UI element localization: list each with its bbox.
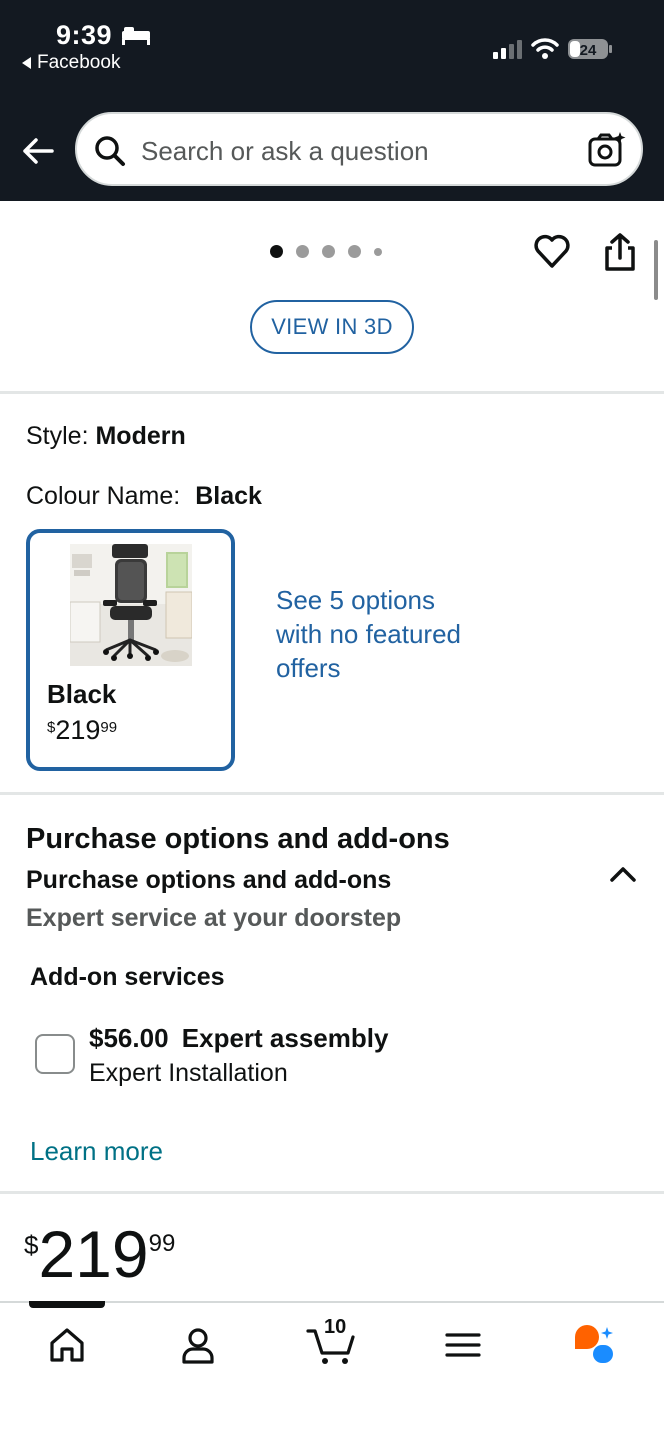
back-to-app-link[interactable]: Facebook	[22, 52, 120, 74]
addon-price: $56.00	[89, 1023, 169, 1053]
menu-icon[interactable]	[441, 1323, 485, 1367]
home-icon[interactable]	[45, 1323, 89, 1367]
section-divider	[0, 391, 664, 394]
search-icon	[95, 136, 125, 166]
price-cents: 99	[148, 1230, 176, 1257]
wifi-icon	[531, 38, 559, 59]
addon-name: Expert assembly	[181, 1023, 389, 1053]
chevron-up-icon[interactable]	[608, 862, 638, 886]
swatch-price: $ 219 99	[47, 715, 117, 746]
price-currency: $	[24, 1230, 39, 1260]
style-selection: Style: Modern	[26, 422, 186, 451]
battery-level: 24	[580, 42, 597, 59]
style-value: Modern	[95, 422, 186, 450]
view-in-3d-button[interactable]: VIEW IN 3D	[250, 300, 414, 354]
product-thumbnail	[70, 544, 192, 666]
swatch-price-cents: 99	[100, 719, 118, 736]
bed-icon	[122, 27, 150, 45]
carousel-dot	[296, 245, 309, 258]
camera-lens-icon[interactable]	[587, 130, 627, 170]
addon-services-heading: Add-on services	[30, 963, 225, 991]
section-divider	[0, 792, 664, 795]
page-scrollbar[interactable]	[654, 240, 658, 300]
price-whole: 219	[38, 1217, 149, 1291]
active-tab-indicator	[29, 1301, 105, 1308]
swatch-price-currency: $	[47, 719, 56, 736]
see-options-link[interactable]: See 5 options with no featured offers	[276, 583, 466, 685]
swatch-price-whole: 219	[55, 715, 101, 745]
colour-label: Colour Name:	[26, 482, 181, 510]
purchase-options-tagline: Expert service at your doorstep	[26, 904, 402, 932]
addon-description: Expert Installation	[89, 1059, 288, 1087]
wishlist-heart-icon[interactable]	[533, 232, 571, 270]
carousel-dot-active	[270, 245, 283, 258]
search-bar[interactable]: Search or ask a question	[75, 112, 643, 186]
colour-swatch-black[interactable]: Black $ 219 99	[26, 529, 235, 771]
image-carousel-dots[interactable]	[270, 245, 382, 258]
expert-assembly-checkbox[interactable]	[35, 1034, 75, 1074]
cart-count-badge: 10	[324, 1316, 347, 1338]
cellular-signal-icon	[493, 40, 522, 59]
rufus-icon[interactable]	[571, 1323, 615, 1367]
carousel-dot	[374, 247, 382, 256]
account-icon[interactable]	[176, 1323, 220, 1367]
carousel-dot	[322, 245, 335, 258]
section-divider	[0, 1191, 664, 1194]
style-label: Style:	[26, 422, 89, 450]
status-time: 9:39	[56, 20, 113, 50]
colour-value: Black	[195, 482, 262, 510]
colour-selection: Colour Name: Black	[26, 482, 262, 511]
learn-more-link[interactable]: Learn more	[30, 1136, 163, 1167]
purchase-options-subtitle[interactable]: Purchase options and add-ons	[26, 866, 391, 895]
carousel-dot	[348, 245, 361, 258]
search-placeholder: Search or ask a question	[141, 136, 429, 166]
battery-icon: 24	[568, 39, 612, 59]
app-header: 9:39 Facebook 24 Search or ask a questio…	[0, 0, 664, 201]
purchase-options-title: Purchase options and add-ons	[26, 823, 450, 855]
swatch-name: Black	[47, 679, 117, 709]
back-arrow-icon[interactable]	[20, 133, 56, 169]
back-app-label: Facebook	[37, 52, 121, 73]
share-icon[interactable]	[602, 232, 638, 272]
product-price: $ 219 99	[24, 1218, 175, 1290]
addon-price-name: $56.00 Expert assembly	[89, 1023, 388, 1054]
back-triangle-icon	[22, 57, 31, 69]
